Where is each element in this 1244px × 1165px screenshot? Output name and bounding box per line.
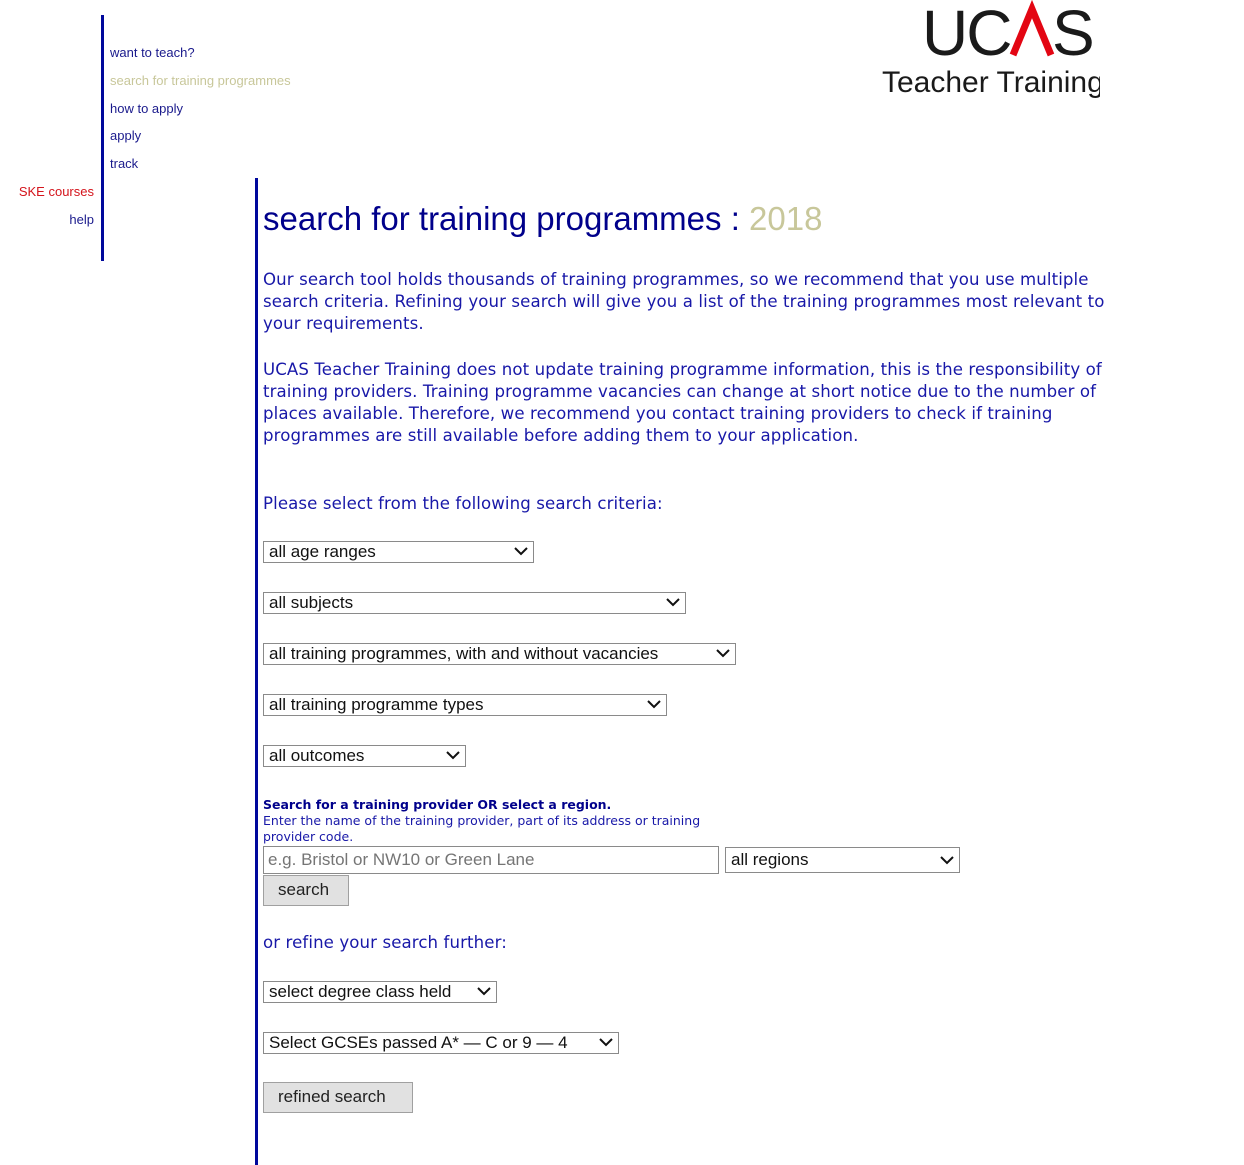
refined-search-button[interactable]: refined search	[263, 1082, 413, 1113]
search-button[interactable]: search	[263, 875, 349, 906]
subject-select[interactable]: all subjects	[263, 592, 686, 614]
programme-type-select[interactable]: all training programme types	[263, 694, 667, 716]
year: 2018	[749, 200, 823, 237]
chevron-down-icon	[666, 598, 680, 607]
chevron-down-icon	[647, 700, 661, 709]
age-range-select[interactable]: all age ranges	[263, 541, 534, 563]
chevron-down-icon	[599, 1038, 613, 1047]
logo-subtitle: Teacher Training	[882, 66, 1100, 99]
svg-text:UC: UC	[922, 0, 1010, 69]
region-select[interactable]: all regions	[725, 847, 960, 873]
nav-ske-courses[interactable]: SKE courses	[19, 184, 94, 199]
criteria-label: Please select from the following search …	[263, 494, 663, 513]
chevron-down-icon	[477, 987, 491, 996]
gcse-select[interactable]: Select GCSEs passed A* — C or 9 — 4	[263, 1032, 619, 1054]
ucas-logo[interactable]: UC S Teacher Training	[880, 0, 1104, 105]
vacancies-select[interactable]: all training programmes, with and withou…	[263, 643, 736, 665]
page-title: search for training programmes : 2018	[263, 200, 823, 237]
nav-divider	[101, 15, 104, 261]
nav-search-training-programmes[interactable]: search for training programmes	[110, 73, 291, 88]
degree-class-select[interactable]: select degree class held	[263, 981, 497, 1003]
svg-text:S: S	[1052, 0, 1095, 69]
refine-label: or refine your search further:	[263, 933, 507, 952]
provider-search-help: Enter the name of the training provider,…	[263, 813, 701, 844]
chevron-down-icon	[940, 856, 954, 865]
nav-help[interactable]: help	[69, 212, 94, 227]
disclaimer-paragraph: UCAS Teacher Training does not update tr…	[263, 360, 1102, 445]
nav-track[interactable]: track	[110, 156, 138, 171]
chevron-down-icon	[716, 649, 730, 658]
chevron-down-icon	[446, 751, 460, 760]
outcome-select[interactable]: all outcomes	[263, 745, 466, 767]
content-divider	[255, 178, 258, 1165]
chevron-down-icon	[514, 547, 528, 556]
nav-how-to-apply[interactable]: how to apply	[110, 101, 183, 116]
nav-want-to-teach[interactable]: want to teach?	[110, 45, 195, 60]
intro-paragraph: Our search tool holds thousands of train…	[263, 270, 1105, 333]
provider-search-heading: Search for a training provider OR select…	[263, 797, 612, 812]
nav-apply[interactable]: apply	[110, 128, 141, 143]
provider-search-input[interactable]	[263, 846, 719, 874]
